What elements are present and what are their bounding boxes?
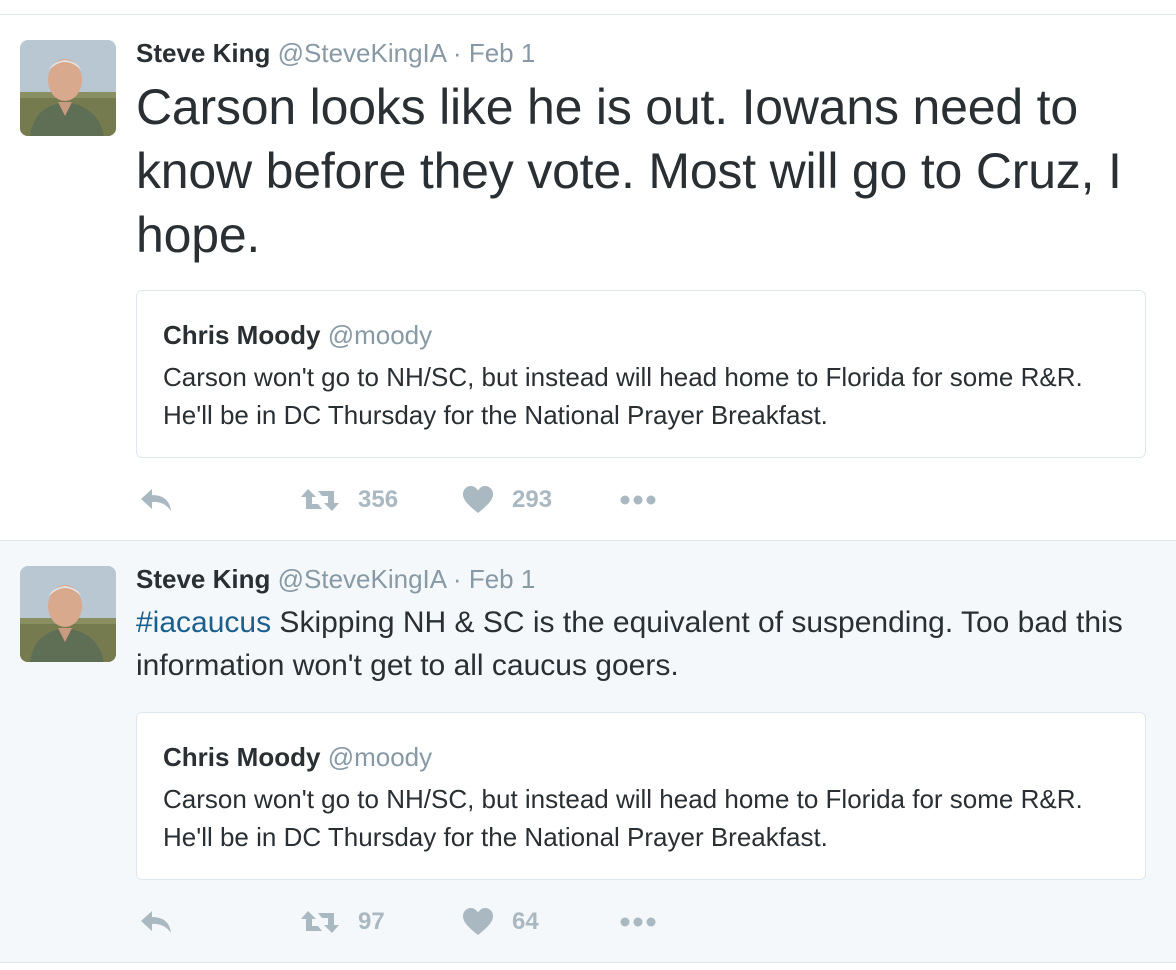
more-button[interactable]: [618, 902, 658, 942]
tweet[interactable]: Steve King @SteveKingIA · Feb 1 #iacaucu…: [0, 541, 1176, 963]
more-button[interactable]: [618, 480, 658, 520]
avatar[interactable]: [20, 566, 116, 662]
heart-icon: [463, 908, 493, 935]
header-separator: ·: [452, 38, 462, 68]
hashtag-link[interactable]: #iacaucus: [136, 606, 271, 639]
author-name[interactable]: Steve King: [136, 564, 270, 594]
like-count: 64: [512, 908, 539, 935]
quoted-author-name: Chris Moody: [163, 742, 321, 772]
tweet-header: Steve King @SteveKingIA · Feb 1: [136, 564, 535, 594]
more-icon: [620, 495, 656, 505]
heart-icon: [463, 486, 493, 513]
like-button[interactable]: 293: [462, 480, 552, 520]
avatar[interactable]: [20, 40, 116, 136]
author-handle[interactable]: @SteveKingIA: [278, 38, 446, 68]
author-name[interactable]: Steve King: [136, 38, 270, 68]
quoted-tweet-header: Chris Moody @moody: [163, 740, 1119, 774]
retweet-icon: [301, 911, 339, 933]
quoted-tweet[interactable]: Chris Moody @moody Carson won't go to NH…: [136, 712, 1146, 880]
reply-button[interactable]: [138, 902, 174, 942]
retweet-button[interactable]: 356: [300, 480, 398, 520]
quoted-author-handle: @moody: [327, 320, 433, 350]
like-count: 293: [512, 486, 553, 513]
tweet-actions: 97 64: [136, 902, 736, 942]
header-separator: ·: [452, 564, 462, 594]
tweet-header: Steve King @SteveKingIA · Feb 1: [136, 38, 535, 68]
retweet-button[interactable]: 97: [300, 902, 385, 942]
retweet-count: 97: [358, 908, 385, 935]
retweet-count: 356: [358, 486, 399, 513]
quoted-author-name: Chris Moody: [163, 320, 321, 350]
tweet-date[interactable]: Feb 1: [469, 38, 536, 68]
quoted-tweet-text: Carson won't go to NH/SC, but instead wi…: [163, 362, 1083, 430]
quoted-tweet-header: Chris Moody @moody: [163, 318, 1119, 352]
reply-icon: [141, 489, 171, 511]
retweet-icon: [301, 489, 339, 511]
profile-photo-icon: [20, 566, 116, 662]
quoted-tweet-text: Carson won't go to NH/SC, but instead wi…: [163, 784, 1083, 852]
profile-photo-icon: [20, 40, 116, 136]
tweet-text-body: Skipping NH & SC is the equivalent of su…: [136, 606, 1123, 682]
tweet-text: #iacaucus Skipping NH & SC is the equiva…: [136, 601, 1156, 687]
like-button[interactable]: 64: [462, 902, 539, 942]
author-handle[interactable]: @SteveKingIA: [278, 564, 446, 594]
quoted-tweet[interactable]: Chris Moody @moody Carson won't go to NH…: [136, 290, 1146, 458]
tweet-actions: 356 293: [136, 480, 736, 520]
reply-icon: [141, 911, 171, 933]
tweet-date[interactable]: Feb 1: [469, 564, 536, 594]
reply-button[interactable]: [138, 480, 174, 520]
more-icon: [620, 917, 656, 927]
tweet-text: Carson looks like he is out. Iowans need…: [136, 79, 1122, 263]
tweet[interactable]: Steve King @SteveKingIA · Feb 1 Carson l…: [0, 15, 1176, 541]
quoted-author-handle: @moody: [327, 742, 433, 772]
